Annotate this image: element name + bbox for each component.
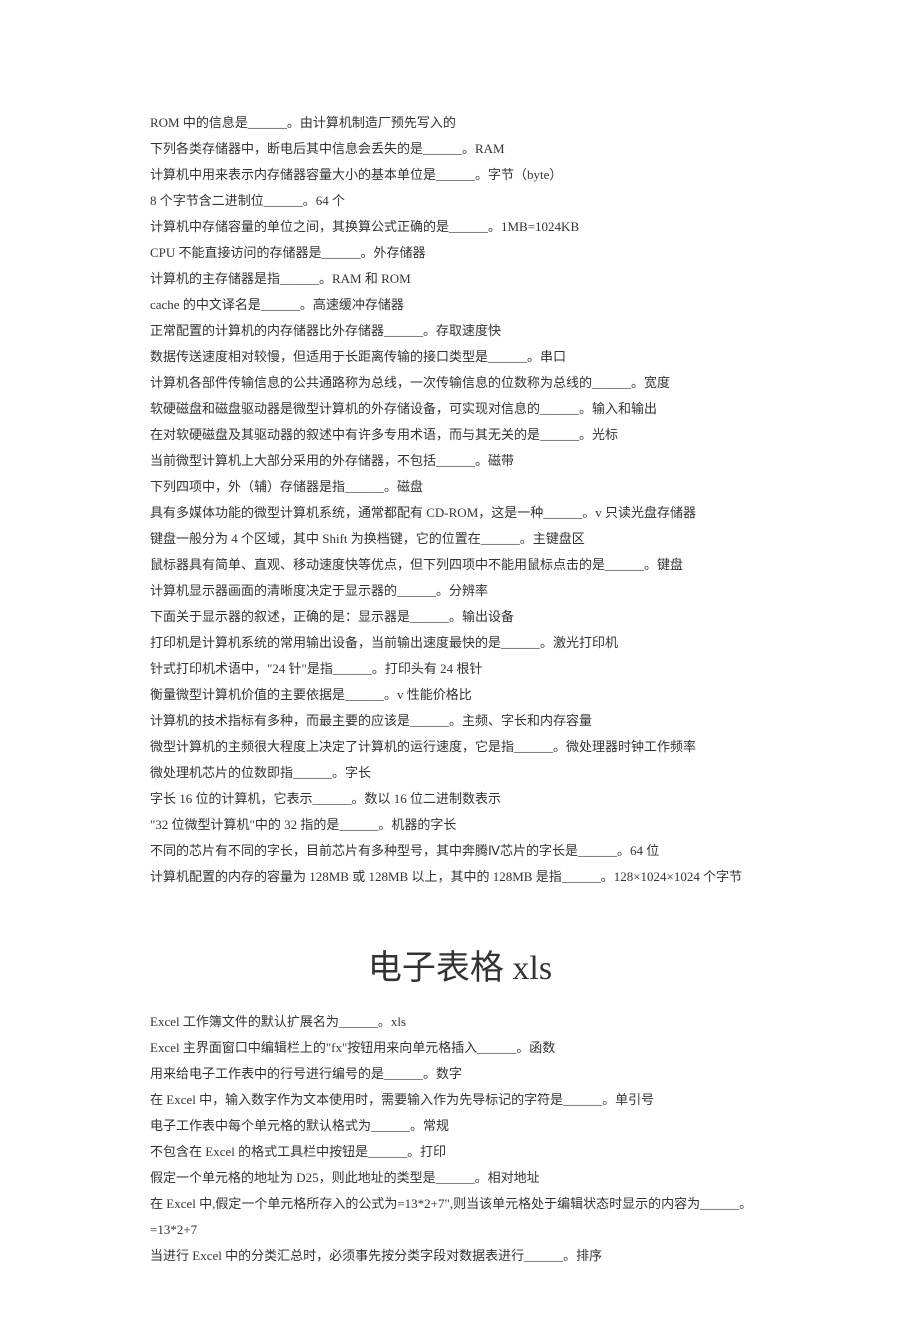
qa-line: Excel 工作簿文件的默认扩展名为______。xls bbox=[150, 1009, 770, 1035]
qa-line: 数据传送速度相对较慢，但适用于长距离传输的接口类型是______。串口 bbox=[150, 344, 770, 370]
qa-line: 8 个字节含二进制位______。64 个 bbox=[150, 188, 770, 214]
section-heading-spreadsheet: 电子表格 xls bbox=[150, 940, 770, 989]
qa-line: 在 Excel 中,假定一个单元格所存入的公式为=13*2+7",则当该单元格处… bbox=[150, 1191, 770, 1217]
qa-line: 计算机各部件传输信息的公共通路称为总线，一次传输信息的位数称为总线的______… bbox=[150, 370, 770, 396]
qa-line: 微处理机芯片的位数即指______。字长 bbox=[150, 760, 770, 786]
qa-line: 假定一个单元格的地址为 D25，则此地址的类型是______。相对地址 bbox=[150, 1165, 770, 1191]
qa-line: 软硬磁盘和磁盘驱动器是微型计算机的外存储设备，可实现对信息的______。输入和… bbox=[150, 396, 770, 422]
qa-line: =13*2+7 bbox=[150, 1217, 770, 1243]
qa-line: 计算机的主存储器是指______。RAM 和 ROM bbox=[150, 266, 770, 292]
qa-line: 键盘一般分为 4 个区域，其中 Shift 为换档键，它的位置在______。主… bbox=[150, 526, 770, 552]
qa-line: 衡量微型计算机价值的主要依据是______。v 性能价格比 bbox=[150, 682, 770, 708]
qa-line: cache 的中文译名是______。高速缓冲存储器 bbox=[150, 292, 770, 318]
qa-section-1: ROM 中的信息是______。由计算机制造厂预先写入的 下列各类存储器中，断电… bbox=[150, 110, 770, 890]
qa-line: 在 Excel 中，输入数字作为文本使用时，需要输入作为先导标记的字符是____… bbox=[150, 1087, 770, 1113]
qa-line: 打印机是计算机系统的常用输出设备，当前输出速度最快的是______。激光打印机 bbox=[150, 630, 770, 656]
qa-line: 具有多媒体功能的微型计算机系统，通常都配有 CD-ROM，这是一种______。… bbox=[150, 500, 770, 526]
qa-line: CPU 不能直接访问的存储器是______。外存储器 bbox=[150, 240, 770, 266]
qa-line: 微型计算机的主频很大程度上决定了计算机的运行速度，它是指______。微处理器时… bbox=[150, 734, 770, 760]
qa-line: 鼠标器具有简单、直观、移动速度快等优点，但下列四项中不能用鼠标点击的是_____… bbox=[150, 552, 770, 578]
qa-line: 不同的芯片有不同的字长，目前芯片有多种型号，其中奔腾Ⅳ芯片的字长是______。… bbox=[150, 838, 770, 864]
qa-line: 在对软硬磁盘及其驱动器的叙述中有许多专用术语，而与其无关的是______。光标 bbox=[150, 422, 770, 448]
qa-line: 用来给电子工作表中的行号进行编号的是______。数字 bbox=[150, 1061, 770, 1087]
qa-line: 计算机配置的内存的容量为 128MB 或 128MB 以上，其中的 128MB … bbox=[150, 864, 770, 890]
qa-line: 下列各类存储器中，断电后其中信息会丢失的是______。RAM bbox=[150, 136, 770, 162]
qa-line: 当前微型计算机上大部分采用的外存储器，不包括______。磁带 bbox=[150, 448, 770, 474]
qa-section-2: Excel 工作簿文件的默认扩展名为______。xls Excel 主界面窗口… bbox=[150, 1009, 770, 1269]
qa-line: "32 位微型计算机"中的 32 指的是______。机器的字长 bbox=[150, 812, 770, 838]
qa-line: 下面关于显示器的叙述，正确的是：显示器是______。输出设备 bbox=[150, 604, 770, 630]
qa-line: ROM 中的信息是______。由计算机制造厂预先写入的 bbox=[150, 110, 770, 136]
qa-line: 字长 16 位的计算机，它表示______。数以 16 位二进制数表示 bbox=[150, 786, 770, 812]
qa-line: 计算机的技术指标有多种，而最主要的应该是______。主频、字长和内存容量 bbox=[150, 708, 770, 734]
qa-line: 电子工作表中每个单元格的默认格式为______。常规 bbox=[150, 1113, 770, 1139]
qa-line: 正常配置的计算机的内存储器比外存储器______。存取速度快 bbox=[150, 318, 770, 344]
qa-line: 下列四项中，外（辅）存储器是指______。磁盘 bbox=[150, 474, 770, 500]
qa-line: 当进行 Excel 中的分类汇总时，必须事先按分类字段对数据表进行______。… bbox=[150, 1243, 770, 1269]
qa-line: 计算机中用来表示内存储器容量大小的基本单位是______。字节（byte） bbox=[150, 162, 770, 188]
qa-line: 计算机显示器画面的清晰度决定于显示器的______。分辨率 bbox=[150, 578, 770, 604]
qa-line: 计算机中存储容量的单位之间，其换算公式正确的是______。1MB=1024KB bbox=[150, 214, 770, 240]
qa-line: 不包含在 Excel 的格式工具栏中按钮是______。打印 bbox=[150, 1139, 770, 1165]
qa-line: Excel 主界面窗口中编辑栏上的"fx"按钮用来向单元格插入______。函数 bbox=[150, 1035, 770, 1061]
qa-line: 针式打印机术语中，"24 针"是指______。打印头有 24 根针 bbox=[150, 656, 770, 682]
